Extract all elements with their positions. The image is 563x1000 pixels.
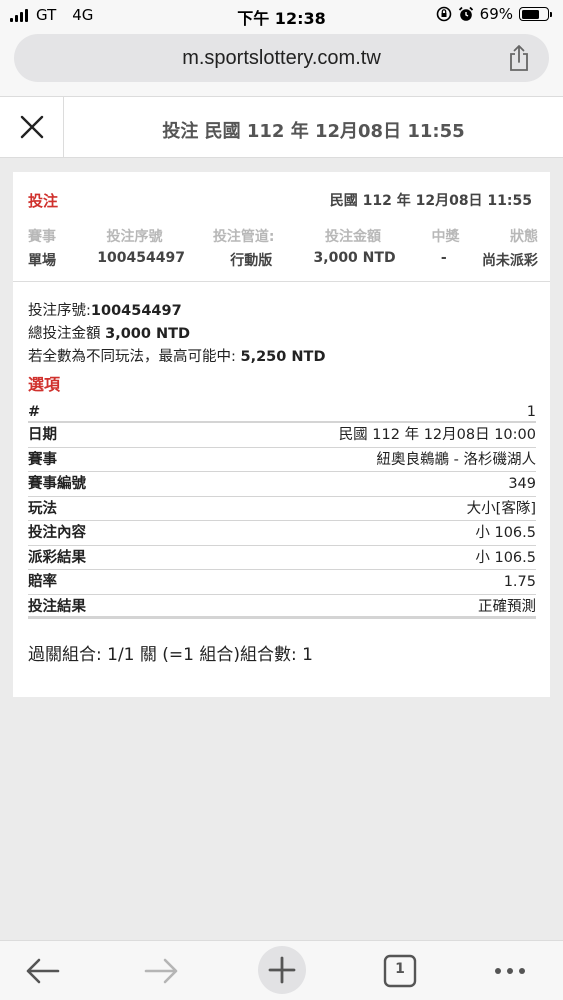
table-row: 投注結果 正確預測 [28,595,536,619]
summary-value: 行動版 [230,253,273,269]
option-value: 小 106.5 [475,549,536,566]
arrow-right-icon[interactable] [142,941,182,1000]
summary-value: 100454497 [97,250,185,266]
more-icon[interactable] [490,941,530,1000]
bet-date: 民國 112 年 12月08日 11:55 [329,193,532,209]
summary-value: 單場 [28,253,56,269]
summary-value: 3,000 NTD [313,250,396,266]
summary-header: 投注金額 [325,229,382,245]
more-button[interactable] [490,941,530,1000]
option-key: 投注內容 [28,525,86,541]
summary-header: 狀態 [509,229,538,245]
option-key: 賽事編號 [28,476,86,492]
total-value: 3,000 NTD [105,326,191,342]
table-row: 賽事 紐奧良鵜鶘 - 洛杉磯湖人 [28,448,536,472]
url-text[interactable]: m.sportslottery.com.tw [14,47,549,70]
summary-header-row: 賽事 投注序號 投注管道: 投注金額 中獎 狀態 [28,226,538,246]
bet-label: 投注 [28,192,59,210]
max-payout-line: 若全數為不同玩法，最高可能中: 5,250 NTD [28,346,536,369]
option-value: 349 [508,476,536,492]
new-tab-button[interactable] [257,941,307,1000]
status-right: 69% [436,5,552,23]
close-button[interactable] [0,97,64,157]
browser-toolbar: 1 [0,940,563,1000]
status-bar: GT 4G 下午 12:38 69% [0,0,563,30]
max-payout-label: 若全數為不同玩法，最高可能中: [28,349,241,365]
table-row: 賽事編號 349 [28,472,536,497]
serial-line: 投注序號:100454497 [28,300,536,323]
battery-percent: 69% [479,5,513,23]
option-value: 正確預測 [478,598,536,615]
summary-header: 賽事 [28,229,56,245]
max-payout-value: 5,250 NTD [240,349,326,365]
option-key: 賽事 [28,451,57,468]
forward-button[interactable] [142,941,186,1000]
browser-address-area: m.sportslottery.com.tw [0,30,563,96]
option-value: 紐奧良鵜鶘 - 洛杉磯湖人 [376,451,536,468]
options-title: 選項 [28,375,61,394]
alarm-icon [458,6,473,21]
back-button[interactable] [22,941,66,1000]
orientation-lock-icon [436,6,451,22]
serial-label: 投注序號: [28,303,91,319]
summary-header: 投注管道: [212,229,275,245]
option-key: 日期 [28,427,57,443]
options-table: #1 日期 民國 112 年 12月08日 10:00 賽事 紐奧良鵜鶘 - 洛杉磯… [28,401,536,619]
share-icon[interactable] [507,44,531,72]
bet-summary-table: 賽事 投注序號 投注管道: 投注金額 中獎 狀態 單場 100454497 行動… [28,226,538,270]
table-row: 賠率 1.75 [28,570,536,595]
option-key: 派彩結果 [28,549,86,566]
option-value: 1 [526,404,536,420]
address-bar[interactable]: m.sportslottery.com.tw [14,34,549,82]
table-row: 派彩結果 小 106.5 [28,546,536,570]
serial-value: 100454497 [90,303,182,319]
option-key: # [28,404,41,420]
tab-count[interactable]: 1 [382,961,418,977]
summary-header: 投注序號 [106,229,163,245]
table-row: #1 [28,401,536,423]
tabs-button[interactable]: 1 [382,941,418,1000]
option-value: 大小[客隊] [466,500,536,517]
plus-icon[interactable] [257,941,307,1000]
page-title: 投注 民國 112 年 12月08日 11:55 [162,121,465,142]
option-value: 民國 112 年 12月08日 10:00 [338,427,536,443]
bet-detail-section: 投注序號:100454497 總投注金額 3,000 NTD 若全數為不同玩法，… [28,300,536,619]
option-key: 賠率 [28,574,57,590]
battery-fill [521,9,539,19]
bet-summary-section: 投注 民國 112 年 12月08日 11:55 賽事 投注序號 投注管道: 投… [13,172,550,282]
total-label: 總投注金額 [28,326,106,342]
total-line: 總投注金額 3,000 NTD [28,323,536,346]
summary-value: - [440,250,447,266]
summary-value: 尚未派彩 [481,253,538,269]
table-row: 投注內容 小 106.5 [28,521,536,546]
table-row: 日期 民國 112 年 12月08日 10:00 [28,423,536,448]
option-key: 投注結果 [28,598,86,615]
table-row: 玩法 大小[客隊] [28,497,536,521]
close-icon[interactable] [20,115,44,139]
arrow-left-icon[interactable] [22,941,62,1000]
page-header: 投注 民國 112 年 12月08日 11:55 [0,96,563,158]
option-key: 玩法 [28,500,57,517]
battery-icon [519,7,552,21]
bet-detail-card: 投注 民國 112 年 12月08日 11:55 賽事 投注序號 投注管道: 投… [13,172,550,697]
summary-value-row: 單場 100454497 行動版 3,000 NTD - 尚未派彩 [28,250,538,270]
option-value: 小 106.5 [475,525,536,541]
parlay-combination: 過關組合: 1/1 關 (=1 組合)組合數: 1 [28,645,313,665]
option-value: 1.75 [503,574,536,590]
summary-header: 中獎 [431,229,460,245]
